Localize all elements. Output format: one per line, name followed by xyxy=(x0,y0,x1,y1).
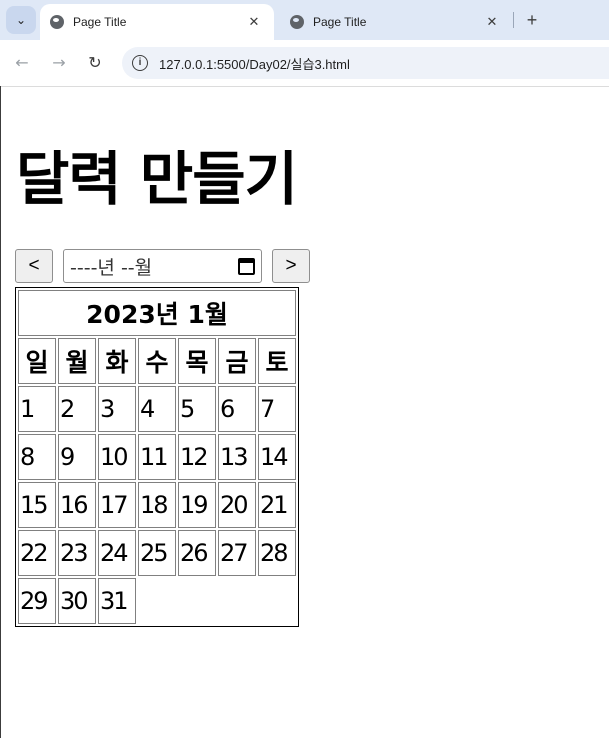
day-cell: 2 xyxy=(58,386,96,432)
next-month-button[interactable]: > xyxy=(272,249,310,283)
empty-cell xyxy=(218,578,256,624)
day-cell: 3 xyxy=(98,386,136,432)
chevron-down-icon: ⌄ xyxy=(15,13,27,27)
day-cell: 10 xyxy=(98,434,136,480)
month-input-placeholder: ----년 --월 xyxy=(70,256,153,279)
empty-cell xyxy=(258,578,296,624)
tab-title: Page Title xyxy=(313,15,367,29)
week-row: 29 30 31 xyxy=(18,578,296,624)
weekday-header: 화 xyxy=(98,338,136,384)
weekday-header: 일 xyxy=(18,338,56,384)
empty-cell xyxy=(138,578,176,624)
empty-cell xyxy=(178,578,216,624)
address-bar[interactable]: i 127.0.0.1:5500/Day02/실습3.html xyxy=(122,47,609,79)
day-cell: 31 xyxy=(98,578,136,624)
day-cell: 24 xyxy=(98,530,136,576)
day-cell: 12 xyxy=(178,434,216,480)
new-tab-button[interactable]: + xyxy=(521,8,543,32)
day-cell: 9 xyxy=(58,434,96,480)
calendar-caption: 2023년 1월 xyxy=(18,290,296,336)
month-input[interactable]: ----년 --월 xyxy=(63,249,262,283)
window-edge xyxy=(0,86,1,738)
day-cell: 11 xyxy=(138,434,176,480)
arrow-left-icon[interactable]: ← xyxy=(11,52,33,74)
tab-active[interactable]: Page Title ✕ xyxy=(40,4,274,40)
day-cell: 19 xyxy=(178,482,216,528)
day-cell: 27 xyxy=(218,530,256,576)
day-cell: 30 xyxy=(58,578,96,624)
weekday-header: 금 xyxy=(218,338,256,384)
day-cell: 29 xyxy=(18,578,56,624)
day-cell: 25 xyxy=(138,530,176,576)
day-cell: 14 xyxy=(258,434,296,480)
calendar-table: 2023년 1월 일 월 화 수 목 금 토 1 2 3 4 5 6 7 8 9… xyxy=(15,287,299,627)
reload-icon[interactable]: ↻ xyxy=(84,52,106,74)
globe-icon xyxy=(50,15,64,29)
tab-divider xyxy=(513,12,514,28)
week-row: 1 2 3 4 5 6 7 xyxy=(18,386,296,432)
weekday-header: 월 xyxy=(58,338,96,384)
day-cell: 8 xyxy=(18,434,56,480)
globe-icon xyxy=(290,15,304,29)
day-cell: 4 xyxy=(138,386,176,432)
week-row: 8 9 10 11 12 13 14 xyxy=(18,434,296,480)
arrow-right-icon[interactable]: → xyxy=(48,52,70,74)
day-cell: 28 xyxy=(258,530,296,576)
day-cell: 21 xyxy=(258,482,296,528)
prev-month-button[interactable]: < xyxy=(15,249,53,283)
day-cell: 26 xyxy=(178,530,216,576)
weekday-row: 일 월 화 수 목 금 토 xyxy=(18,338,296,384)
day-cell: 6 xyxy=(218,386,256,432)
weekday-header: 목 xyxy=(178,338,216,384)
url-text[interactable]: 127.0.0.1:5500/Day02/실습3.html xyxy=(159,54,350,73)
weekday-header: 토 xyxy=(258,338,296,384)
tab-strip: ⌄ Page Title ✕ Page Title ✕ + xyxy=(0,0,609,40)
day-cell: 16 xyxy=(58,482,96,528)
tab-title: Page Title xyxy=(73,15,127,29)
day-cell: 17 xyxy=(98,482,136,528)
day-cell: 23 xyxy=(58,530,96,576)
day-cell: 13 xyxy=(218,434,256,480)
day-cell: 5 xyxy=(178,386,216,432)
close-icon[interactable]: ✕ xyxy=(242,14,266,30)
day-cell: 22 xyxy=(18,530,56,576)
browser-toolbar: ← → ↻ i 127.0.0.1:5500/Day02/실습3.html xyxy=(0,40,609,87)
calendar-icon[interactable] xyxy=(238,257,255,275)
week-row: 22 23 24 25 26 27 28 xyxy=(18,530,296,576)
day-cell: 1 xyxy=(18,386,56,432)
weekday-header: 수 xyxy=(138,338,176,384)
week-row: 15 16 17 18 19 20 21 xyxy=(18,482,296,528)
day-cell: 18 xyxy=(138,482,176,528)
tab-search-dropdown[interactable]: ⌄ xyxy=(6,6,36,34)
day-cell: 15 xyxy=(18,482,56,528)
day-cell: 20 xyxy=(218,482,256,528)
day-cell: 7 xyxy=(258,386,296,432)
tab-inactive[interactable]: Page Title ✕ xyxy=(280,4,512,40)
info-icon[interactable]: i xyxy=(132,55,148,71)
close-icon[interactable]: ✕ xyxy=(480,14,504,30)
page-title: 달력 만들기 xyxy=(16,145,298,213)
